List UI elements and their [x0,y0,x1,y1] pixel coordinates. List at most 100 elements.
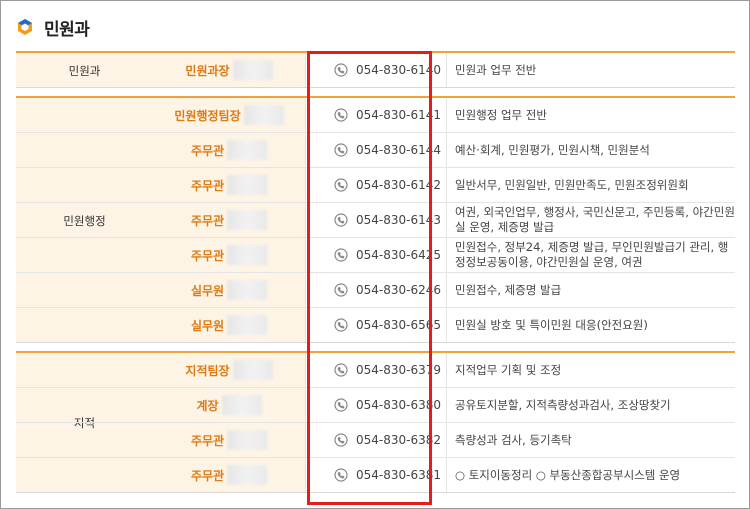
duty-cell: 민원접수, 제증명 발급 [446,273,735,307]
position-label: 주무관 [190,248,225,263]
phone-number: 054-830-6381 [356,468,442,482]
position-label: 계장 [196,398,219,413]
page-header: 민원과 [16,12,90,42]
phone-number: 054-830-6141 [356,108,442,122]
duty-cell: 지적업무 기획 및 조정 [446,353,735,387]
position-label: 민원과장 [185,63,230,78]
position-cell: 계장 [153,388,306,422]
section-jijeok: 지적 지적팀장 054-830-6379 지적업무 기획 및 조정 계장 054… [16,351,735,493]
phone-cell: 054-830-6379 [322,353,446,387]
duty-cell: 민원과 업무 전반 [446,53,735,87]
redacted-name [227,210,268,230]
phone-cell: 054-830-6140 [322,53,446,87]
section-minwon-admin: 민원행정 민원행정팀장 054-830-6141 민원행정 업무 전반 주무관 … [16,96,735,343]
table-row: 주무관 054-830-6425 민원접수, 정부24, 제증명 발급, 무인민… [16,238,735,273]
table-row: 주무관 054-830-6142 일반서무, 민원일반, 민원만족도, 민원조정… [16,168,735,203]
phone-number: 054-830-6379 [356,363,442,377]
position-cell: 주무관 [153,238,306,272]
phone-number: 054-830-6143 [356,213,442,227]
redacted-name [232,360,273,380]
position-cell: 민원과장 [153,53,306,87]
table-row: 민원행정팀장 054-830-6141 민원행정 업무 전반 [16,98,735,133]
position-label: 주무관 [190,213,225,228]
duty-cell: 공유토지분할, 지적측량성과검사, 조상땅찾기 [446,388,735,422]
table-row: 주무관 054-830-6143 여권, 외국인업무, 행정사, 국민신문고, … [16,203,735,238]
phone-number: 054-830-6140 [356,63,442,77]
position-label: 민원행정팀장 [174,108,241,123]
duty-cell: 여권, 외국인업무, 행정사, 국민신문고, 주민등록, 야간민원실 운영, 제… [446,203,735,237]
redacted-name [227,465,268,485]
table-row: 실무원 054-830-6565 민원실 방호 및 특이민원 대응(안전요원) [16,308,735,343]
position-label: 주무관 [190,143,225,158]
position-cell: 주무관 [153,203,306,237]
phone-icon [334,248,348,262]
duty-cell: 민원실 방호 및 특이민원 대응(안전요원) [446,308,735,342]
duty-cell: 민원행정 업무 전반 [446,98,735,132]
phone-number: 054-830-6425 [356,248,442,262]
phone-cell: 054-830-6565 [322,308,446,342]
position-label: 지적팀장 [185,363,230,378]
phone-icon [334,468,348,482]
duty-cell: ○ 토지이동정리 ○ 부동산종합공부시스템 운영 [446,458,735,492]
duty-cell: 예산·회계, 민원평가, 민원시책, 민원분석 [446,133,735,167]
position-label: 실무원 [190,283,225,298]
redacted-name [227,315,268,335]
phone-cell: 054-830-6246 [322,273,446,307]
staff-table: 민원과 민원과장 054-830-6140 민원과 업무 전반 민원행정 민원행… [16,51,735,493]
phone-cell: 054-830-6144 [322,133,446,167]
table-row: 계장 054-830-6380 공유토지분할, 지적측량성과검사, 조상땅찾기 [16,388,735,423]
table-row: 지적팀장 054-830-6379 지적업무 기획 및 조정 [16,353,735,388]
redacted-name [221,395,262,415]
phone-number: 054-830-6144 [356,143,442,157]
position-cell: 지적팀장 [153,353,306,387]
phone-cell: 054-830-6425 [322,238,446,272]
phone-icon [334,433,348,447]
phone-cell: 054-830-6381 [322,458,446,492]
position-cell: 민원행정팀장 [153,98,306,132]
page-title: 민원과 [44,19,90,40]
table-row: 실무원 054-830-6246 민원접수, 제증명 발급 [16,273,735,308]
phone-icon [334,213,348,227]
phone-number: 054-830-6246 [356,283,442,297]
redacted-name [227,140,268,160]
table-row: 주무관 054-830-6144 예산·회계, 민원평가, 민원시책, 민원분석 [16,133,735,168]
phone-cell: 054-830-6143 [322,203,446,237]
position-label: 주무관 [190,178,225,193]
hexagon-logo-icon [18,19,32,35]
phone-number: 054-830-6382 [356,433,442,447]
phone-icon [334,283,348,297]
table-row: 주무관 054-830-6381 ○ 토지이동정리 ○ 부동산종합공부시스템 운… [16,458,735,493]
position-cell: 주무관 [153,133,306,167]
phone-icon [334,108,348,122]
phone-icon [334,143,348,157]
position-label: 주무관 [190,433,225,448]
phone-cell: 054-830-6380 [322,388,446,422]
phone-icon [334,363,348,377]
position-cell: 주무관 [153,168,306,202]
phone-icon [334,178,348,192]
phone-icon [334,398,348,412]
redacted-name [227,175,268,195]
redacted-name [232,60,273,80]
section-minwon: 민원과 민원과장 054-830-6140 민원과 업무 전반 [16,51,735,88]
position-cell: 주무관 [153,423,306,457]
redacted-name [227,280,268,300]
duty-cell: 일반서무, 민원일반, 민원만족도, 민원조정위원회 [446,168,735,202]
redacted-name [227,430,268,450]
position-label: 주무관 [190,468,225,483]
redacted-name [243,105,284,125]
phone-icon [334,318,348,332]
position-cell: 실무원 [153,273,306,307]
duty-cell: 민원접수, 정부24, 제증명 발급, 무인민원발급기 관리, 행정정보공동이용… [446,238,735,272]
phone-icon [334,63,348,77]
phone-cell: 054-830-6142 [322,168,446,202]
phone-cell: 054-830-6382 [322,423,446,457]
position-label: 실무원 [190,318,225,333]
phone-number: 054-830-6142 [356,178,442,192]
phone-cell: 054-830-6141 [322,98,446,132]
phone-number: 054-830-6380 [356,398,442,412]
duty-cell: 측량성과 검사, 등기촉탁 [446,423,735,457]
redacted-name [227,245,268,265]
position-cell: 주무관 [153,458,306,492]
table-row: 민원과장 054-830-6140 민원과 업무 전반 [16,53,735,88]
